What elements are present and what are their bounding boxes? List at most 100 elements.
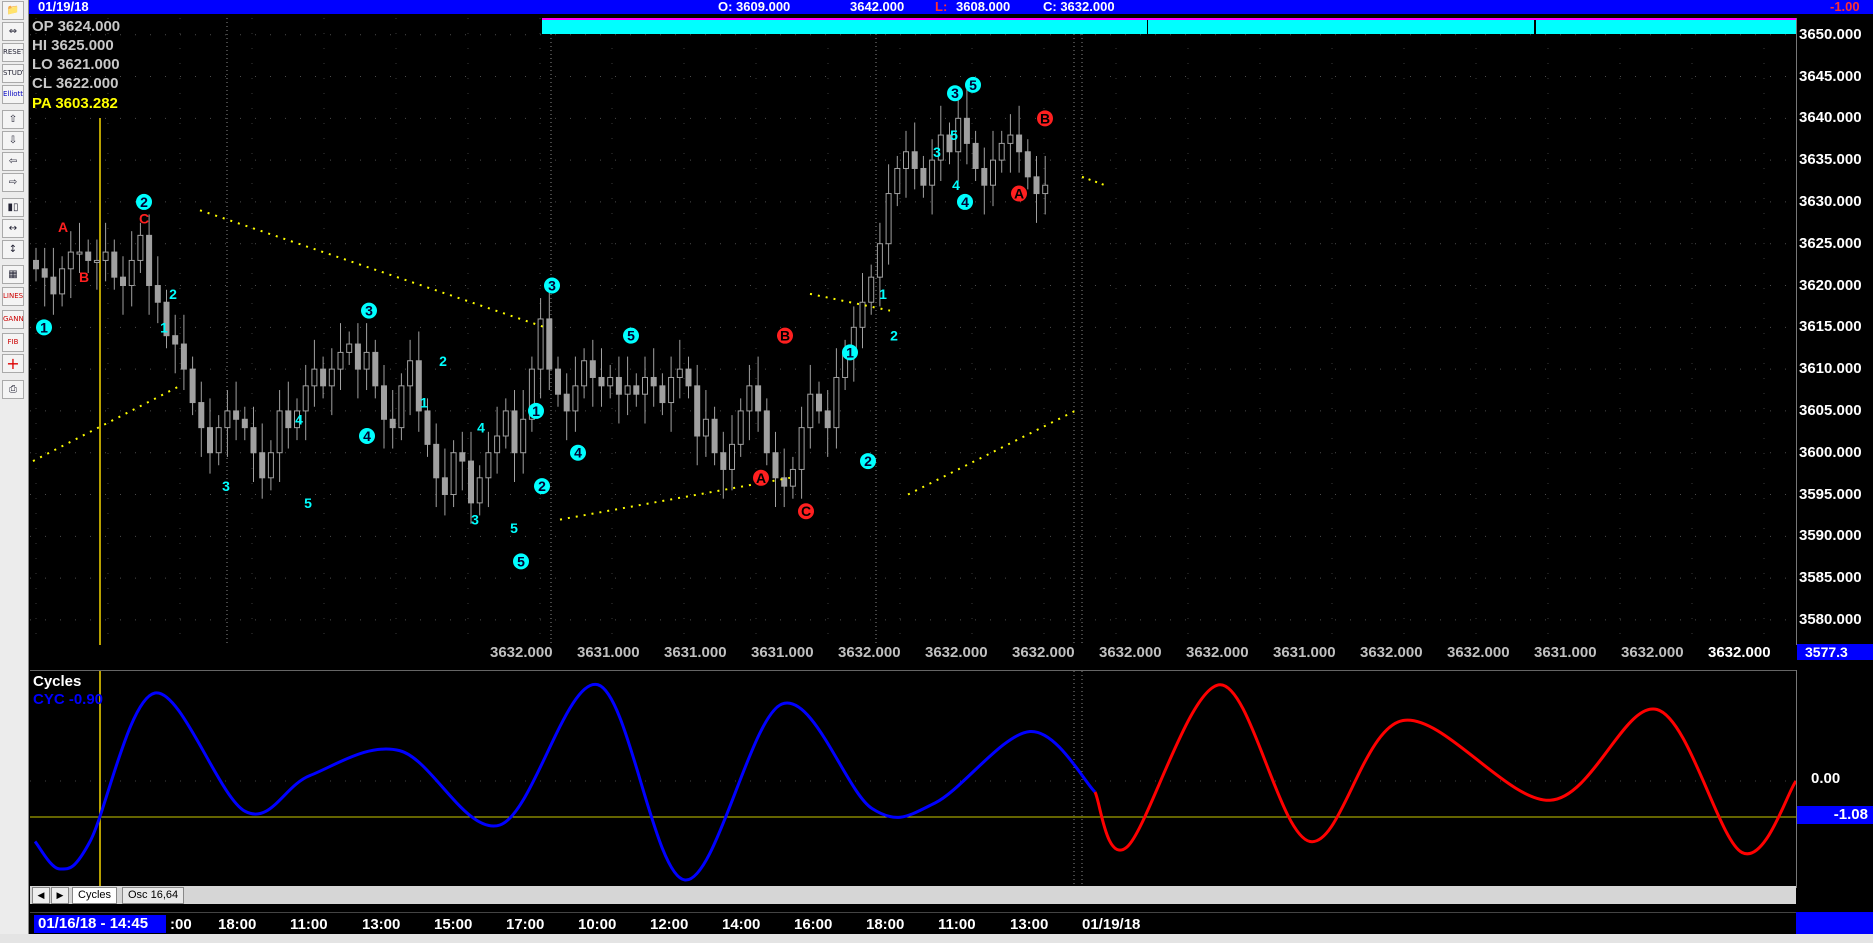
price-tick: 3580.000 xyxy=(1799,610,1862,628)
bar-chart-icon[interactable]: ▮▯ xyxy=(2,198,24,217)
projection-value: 3632.000 xyxy=(838,644,901,661)
candle-body xyxy=(102,251,109,261)
candle-body xyxy=(372,351,379,387)
candle-body xyxy=(354,343,361,370)
time-tick: :00 xyxy=(170,916,192,933)
projection-value: 3632.000 xyxy=(490,644,553,661)
wave-label: 1 xyxy=(532,403,540,419)
oscillator-axis: 0.00 -1.08 xyxy=(1796,670,1873,888)
candle-body xyxy=(224,410,231,429)
print-icon[interactable]: ⎙ xyxy=(2,380,24,399)
tab-next-button[interactable]: ▶ xyxy=(51,887,69,904)
candle-body xyxy=(67,251,74,270)
candle-body xyxy=(207,427,213,454)
candle-body xyxy=(729,443,735,470)
candle-body xyxy=(598,376,605,387)
price-tick: 3615.000 xyxy=(1799,318,1862,336)
candle-body xyxy=(1033,176,1040,195)
status-strip xyxy=(0,934,1873,943)
tab-osc[interactable]: Osc 16,64 xyxy=(122,887,185,904)
arrow-up-icon[interactable]: ⇧ xyxy=(2,110,24,129)
candle-body xyxy=(990,159,996,186)
candle-body xyxy=(746,385,753,412)
wave-label: A xyxy=(58,219,68,235)
candle-body xyxy=(276,410,283,454)
candle-body xyxy=(642,376,648,395)
candle-body xyxy=(981,167,988,186)
wave-label: 5 xyxy=(510,520,518,536)
candle-body xyxy=(1007,134,1014,144)
candle-body xyxy=(702,418,709,437)
wave-label: C xyxy=(139,211,149,227)
wave-label: 4 xyxy=(295,411,303,427)
lines-button[interactable]: LINES xyxy=(2,287,24,306)
projection-value: 3632.000 xyxy=(1621,644,1684,661)
grid-icon[interactable]: ▦ xyxy=(2,265,24,284)
candle-body xyxy=(911,151,918,169)
tab-cycles[interactable]: Cycles xyxy=(72,887,118,904)
arrow-left-icon[interactable]: ⇦ xyxy=(2,152,24,171)
zoom-icon[interactable]: ⇔ xyxy=(2,22,24,41)
cycles-oscillator[interactable]: Cycles CYC -0.90 xyxy=(30,670,1798,889)
wave-label: C xyxy=(801,503,811,519)
wave-label: 3 xyxy=(548,278,556,294)
open-folder-icon[interactable]: 📁 xyxy=(2,1,24,20)
candle-body xyxy=(711,418,718,454)
candle-body xyxy=(407,360,414,387)
arrow-right-icon[interactable]: ⇨ xyxy=(2,173,24,192)
cycle-bar xyxy=(542,18,1147,34)
candle-body xyxy=(572,385,579,412)
study-button[interactable]: STUDY xyxy=(2,64,24,83)
price-chart[interactable]: 1AB2C213453412435512345ABC1212354354AB O… xyxy=(30,18,1796,661)
candle-body xyxy=(929,159,936,186)
candle-body xyxy=(659,385,666,404)
time-tick: 13:00 xyxy=(1010,916,1049,933)
candle-body xyxy=(302,385,309,412)
tab-prev-button[interactable]: ◀ xyxy=(32,887,50,904)
candle-body xyxy=(311,368,318,387)
price-tick: 3600.000 xyxy=(1799,443,1862,461)
candle-body xyxy=(1016,134,1023,153)
cycles-oscillator-svg[interactable] xyxy=(30,671,1798,889)
gann-button[interactable]: GANN xyxy=(2,310,24,329)
fib-button[interactable]: FIB xyxy=(2,333,24,352)
candle-body xyxy=(789,468,796,487)
candle-body xyxy=(607,376,614,387)
expand-bars-icon[interactable]: ↔ xyxy=(2,219,24,238)
candle-body xyxy=(215,427,222,454)
price-tick: 3630.000 xyxy=(1799,192,1862,210)
candle-body xyxy=(468,460,474,504)
topbar-low: 3608.000 xyxy=(956,0,1011,14)
price-tick: 3590.000 xyxy=(1799,527,1862,545)
topbar-low-label: L: xyxy=(935,0,948,14)
wave-label: 2 xyxy=(538,478,546,494)
price-axis[interactable]: 3650.000 3645.000 3640.000 3635.000 3630.000… xyxy=(1796,18,1873,660)
candle-body xyxy=(894,167,901,195)
osc-axis-current: -1.08 xyxy=(1797,806,1873,824)
time-tick: 13:00 xyxy=(362,916,401,933)
price-chart-svg[interactable]: 1AB2C213453412435512345ABC1212354354AB xyxy=(30,18,1796,645)
candle-body xyxy=(137,234,144,261)
elliott-button[interactable]: Elliott xyxy=(2,85,24,104)
oscillator-value: CYC -0.90 xyxy=(33,691,104,708)
wave-label: 4 xyxy=(952,177,960,193)
wave-label: A xyxy=(1014,186,1024,202)
reset-button[interactable]: RESET xyxy=(2,43,24,62)
candle-body xyxy=(720,452,727,470)
top-status-bar: 01/19/18 O: 3609.000 3642.000 L: 3608.00… xyxy=(0,0,1873,14)
arrow-down-icon[interactable]: ⇩ xyxy=(2,131,24,150)
wave-label: 3 xyxy=(365,303,373,319)
candle-body xyxy=(798,427,805,470)
candle-body xyxy=(172,335,179,345)
candle-body xyxy=(93,259,100,263)
projection-value: 3632.000 xyxy=(1099,644,1162,661)
wave-label: 2 xyxy=(169,286,177,302)
price-tick: 3635.000 xyxy=(1799,151,1862,169)
crosshair-icon[interactable]: + xyxy=(2,354,24,373)
scale-icon[interactable]: ↕ xyxy=(2,240,24,259)
time-tick: 15:00 xyxy=(434,916,473,933)
time-axis[interactable]: 01/16/18 - 14:45 :00 18:00 11:00 13:00 15:00… xyxy=(30,912,1796,935)
candle-body xyxy=(250,427,257,454)
projection-value: 3631.000 xyxy=(1273,644,1336,661)
candle-body xyxy=(494,435,501,454)
